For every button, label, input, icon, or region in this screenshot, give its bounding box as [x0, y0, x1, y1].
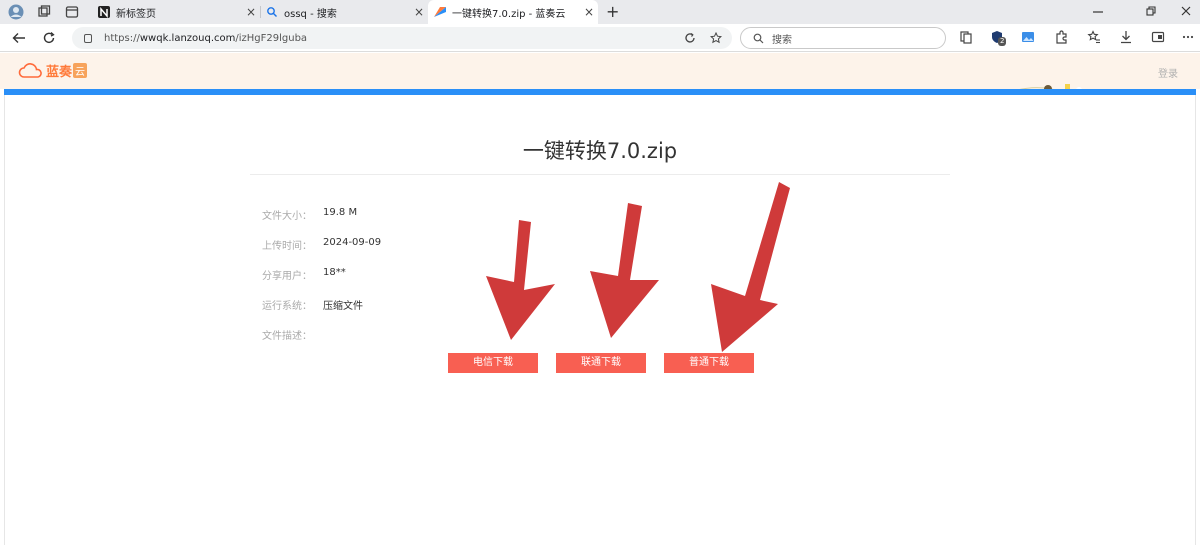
system-label: 运行系统： [262, 301, 312, 312]
unicom-download-button[interactable]: 联通下载 [556, 353, 646, 373]
tab-new-tab[interactable]: 新标签页 × [92, 0, 261, 24]
minimize-icon[interactable] [1093, 10, 1103, 14]
back-icon[interactable] [12, 31, 26, 45]
file-title: 一键转换7.0.zip [522, 139, 678, 163]
tab-strip: 新标签页 × ossq - 搜索 × 一键转换7.0.zip - 蓝奏云 × + [0, 0, 1200, 24]
image-extension-icon[interactable] [1021, 30, 1035, 44]
address-toolbar: https://wwqk.lanzouq.com/izHgF29lguba 搜索… [0, 24, 1200, 52]
new-tab-favicon-icon [98, 6, 110, 18]
tab-title: 新标签页 [116, 8, 156, 20]
close-tab-icon[interactable]: × [584, 5, 594, 19]
download-icon[interactable] [1119, 30, 1133, 44]
browser-essentials-icon[interactable] [1151, 30, 1165, 44]
red-arrow-2 [590, 203, 659, 338]
address-bar[interactable]: https://wwqk.lanzouq.com/izHgF29lguba [72, 27, 732, 49]
upload-time-value: 2024-09-09 [323, 237, 382, 248]
tab-search[interactable]: ossq - 搜索 × [260, 0, 428, 24]
url-text[interactable]: https://wwqk.lanzouq.com/izHgF29lguba [104, 33, 307, 44]
search-placeholder: 搜索 [772, 34, 792, 46]
close-tab-icon[interactable]: × [246, 5, 256, 19]
close-tab-icon[interactable]: × [414, 5, 424, 19]
red-arrow-3 [711, 182, 790, 352]
refresh-icon[interactable] [42, 31, 56, 45]
login-link[interactable]: 登录 [1158, 65, 1178, 80]
share-user-label: 分享用户： [262, 271, 312, 282]
translate-icon[interactable] [684, 32, 696, 44]
red-arrow-1 [486, 220, 555, 340]
more-menu-icon[interactable] [1181, 30, 1195, 44]
share-user-value: 18** [323, 267, 346, 278]
workspaces-icon[interactable] [37, 5, 51, 19]
logo-text: 蓝奏 [46, 65, 73, 80]
lock-icon[interactable] [84, 33, 92, 43]
extensions-puzzle-icon[interactable] [1054, 30, 1068, 44]
logo-badge: 云 [73, 63, 88, 78]
close-window-icon[interactable] [1181, 6, 1191, 16]
badge-count: 2 [998, 37, 1007, 46]
site-logo[interactable]: 蓝奏 云 [18, 61, 88, 80]
size-label: 文件大小： [262, 211, 312, 222]
split-screen-icon[interactable] [959, 30, 973, 44]
favorite-star-icon[interactable] [710, 32, 722, 44]
tab-title: ossq - 搜索 [284, 8, 337, 20]
new-tab-button[interactable]: + [606, 2, 619, 21]
title-divider [250, 174, 950, 175]
normal-download-button[interactable]: 普通下载 [664, 353, 754, 373]
lanzou-favicon-icon [434, 7, 446, 17]
vertical-tabs-icon[interactable] [65, 5, 79, 19]
description-label: 文件描述： [262, 331, 312, 342]
tab-title: 一键转换7.0.zip - 蓝奏云 [452, 8, 566, 20]
telecom-download-button[interactable]: 电信下载 [448, 353, 538, 373]
extension-shield-button[interactable]: 2 [990, 29, 1008, 47]
header-accent-bar [4, 89, 1196, 95]
restore-icon[interactable] [1146, 6, 1156, 16]
search-input[interactable]: 搜索 [740, 27, 946, 49]
favorites-icon[interactable] [1087, 30, 1101, 44]
search-icon [753, 33, 764, 43]
system-value: 压缩文件 [323, 301, 363, 312]
search-favicon-icon [267, 7, 277, 17]
cloud-logo-icon [18, 62, 42, 78]
profile-avatar-icon[interactable] [8, 4, 24, 20]
browser-window: 新标签页 × ossq - 搜索 × 一键转换7.0.zip - 蓝奏云 × +… [0, 0, 1200, 545]
upload-time-label: 上传时间： [262, 241, 312, 252]
size-value: 19.8 M [323, 207, 358, 218]
tab-lanzou[interactable]: 一键转换7.0.zip - 蓝奏云 × [428, 0, 598, 24]
